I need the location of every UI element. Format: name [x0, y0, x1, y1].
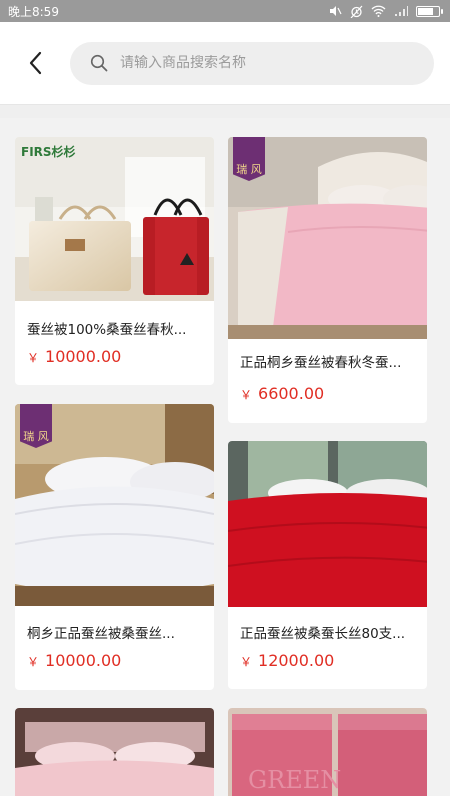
mute-icon	[328, 5, 342, 17]
price-value: 10000.00	[45, 651, 122, 670]
product-image	[15, 708, 214, 796]
product-card[interactable]	[15, 708, 214, 796]
brand-logo: FIRS杉杉	[21, 145, 76, 159]
back-button[interactable]	[0, 22, 70, 104]
currency-symbol: ￥	[240, 388, 253, 402]
product-card[interactable]: FIRS杉杉 蚕丝被100%桑蚕丝春秋... ￥ 10000.00	[15, 137, 214, 385]
search-input[interactable]	[120, 55, 400, 71]
signal-icon	[394, 5, 408, 17]
product-image: FIRS杉杉	[15, 137, 214, 301]
search-bar[interactable]	[70, 41, 434, 85]
price-value: 12000.00	[258, 651, 335, 670]
product-title: 正品桐乡蚕丝被春秋冬蚕...	[240, 355, 402, 371]
product-image: GREEN	[228, 708, 427, 796]
product-image: 瑞 风	[228, 137, 427, 339]
product-title: 蚕丝被100%桑蚕丝春秋...	[27, 322, 187, 338]
product-card[interactable]: GREEN	[228, 708, 427, 796]
product-grid: FIRS杉杉 蚕丝被100%桑蚕丝春秋... ￥ 10000.00 瑞 风 桐乡…	[0, 118, 450, 796]
status-bar: 晚上8:59	[0, 0, 450, 22]
status-icons	[328, 5, 443, 18]
product-price: ￥ 10000.00	[27, 651, 121, 670]
wifi-icon	[371, 5, 386, 17]
product-image: 瑞 风	[15, 404, 214, 606]
product-title: 正品蚕丝被桑蚕长丝80支...	[240, 626, 406, 642]
chevron-left-icon	[29, 51, 42, 75]
section-divider	[0, 104, 450, 118]
header	[0, 22, 450, 104]
search-icon	[90, 54, 108, 72]
status-time: 晚上8:59	[8, 4, 59, 19]
product-title: 桐乡正品蚕丝被桑蚕丝...	[27, 626, 175, 642]
product-card[interactable]: 瑞 风 正品桐乡蚕丝被春秋冬蚕... ￥ 6600.00	[228, 137, 427, 423]
price-value: 10000.00	[45, 347, 122, 366]
svg-text:GREEN: GREEN	[248, 766, 341, 794]
product-price: ￥ 12000.00	[240, 651, 334, 670]
product-card[interactable]: 正品蚕丝被桑蚕长丝80支... ￥ 12000.00	[228, 441, 427, 689]
product-card[interactable]: 瑞 风 桐乡正品蚕丝被桑蚕丝... ￥ 10000.00	[15, 404, 214, 690]
product-price: ￥ 10000.00	[27, 347, 121, 366]
battery-icon	[416, 5, 443, 17]
price-value: 6600.00	[258, 384, 325, 403]
product-price: ￥ 6600.00	[240, 384, 324, 403]
product-image	[228, 441, 427, 607]
currency-symbol: ￥	[240, 655, 253, 669]
currency-symbol: ￥	[27, 655, 40, 669]
currency-symbol: ￥	[27, 351, 40, 365]
brand-badge: 瑞 风	[20, 404, 52, 448]
alarm-icon	[350, 5, 363, 18]
brand-badge: 瑞 风	[233, 137, 265, 181]
